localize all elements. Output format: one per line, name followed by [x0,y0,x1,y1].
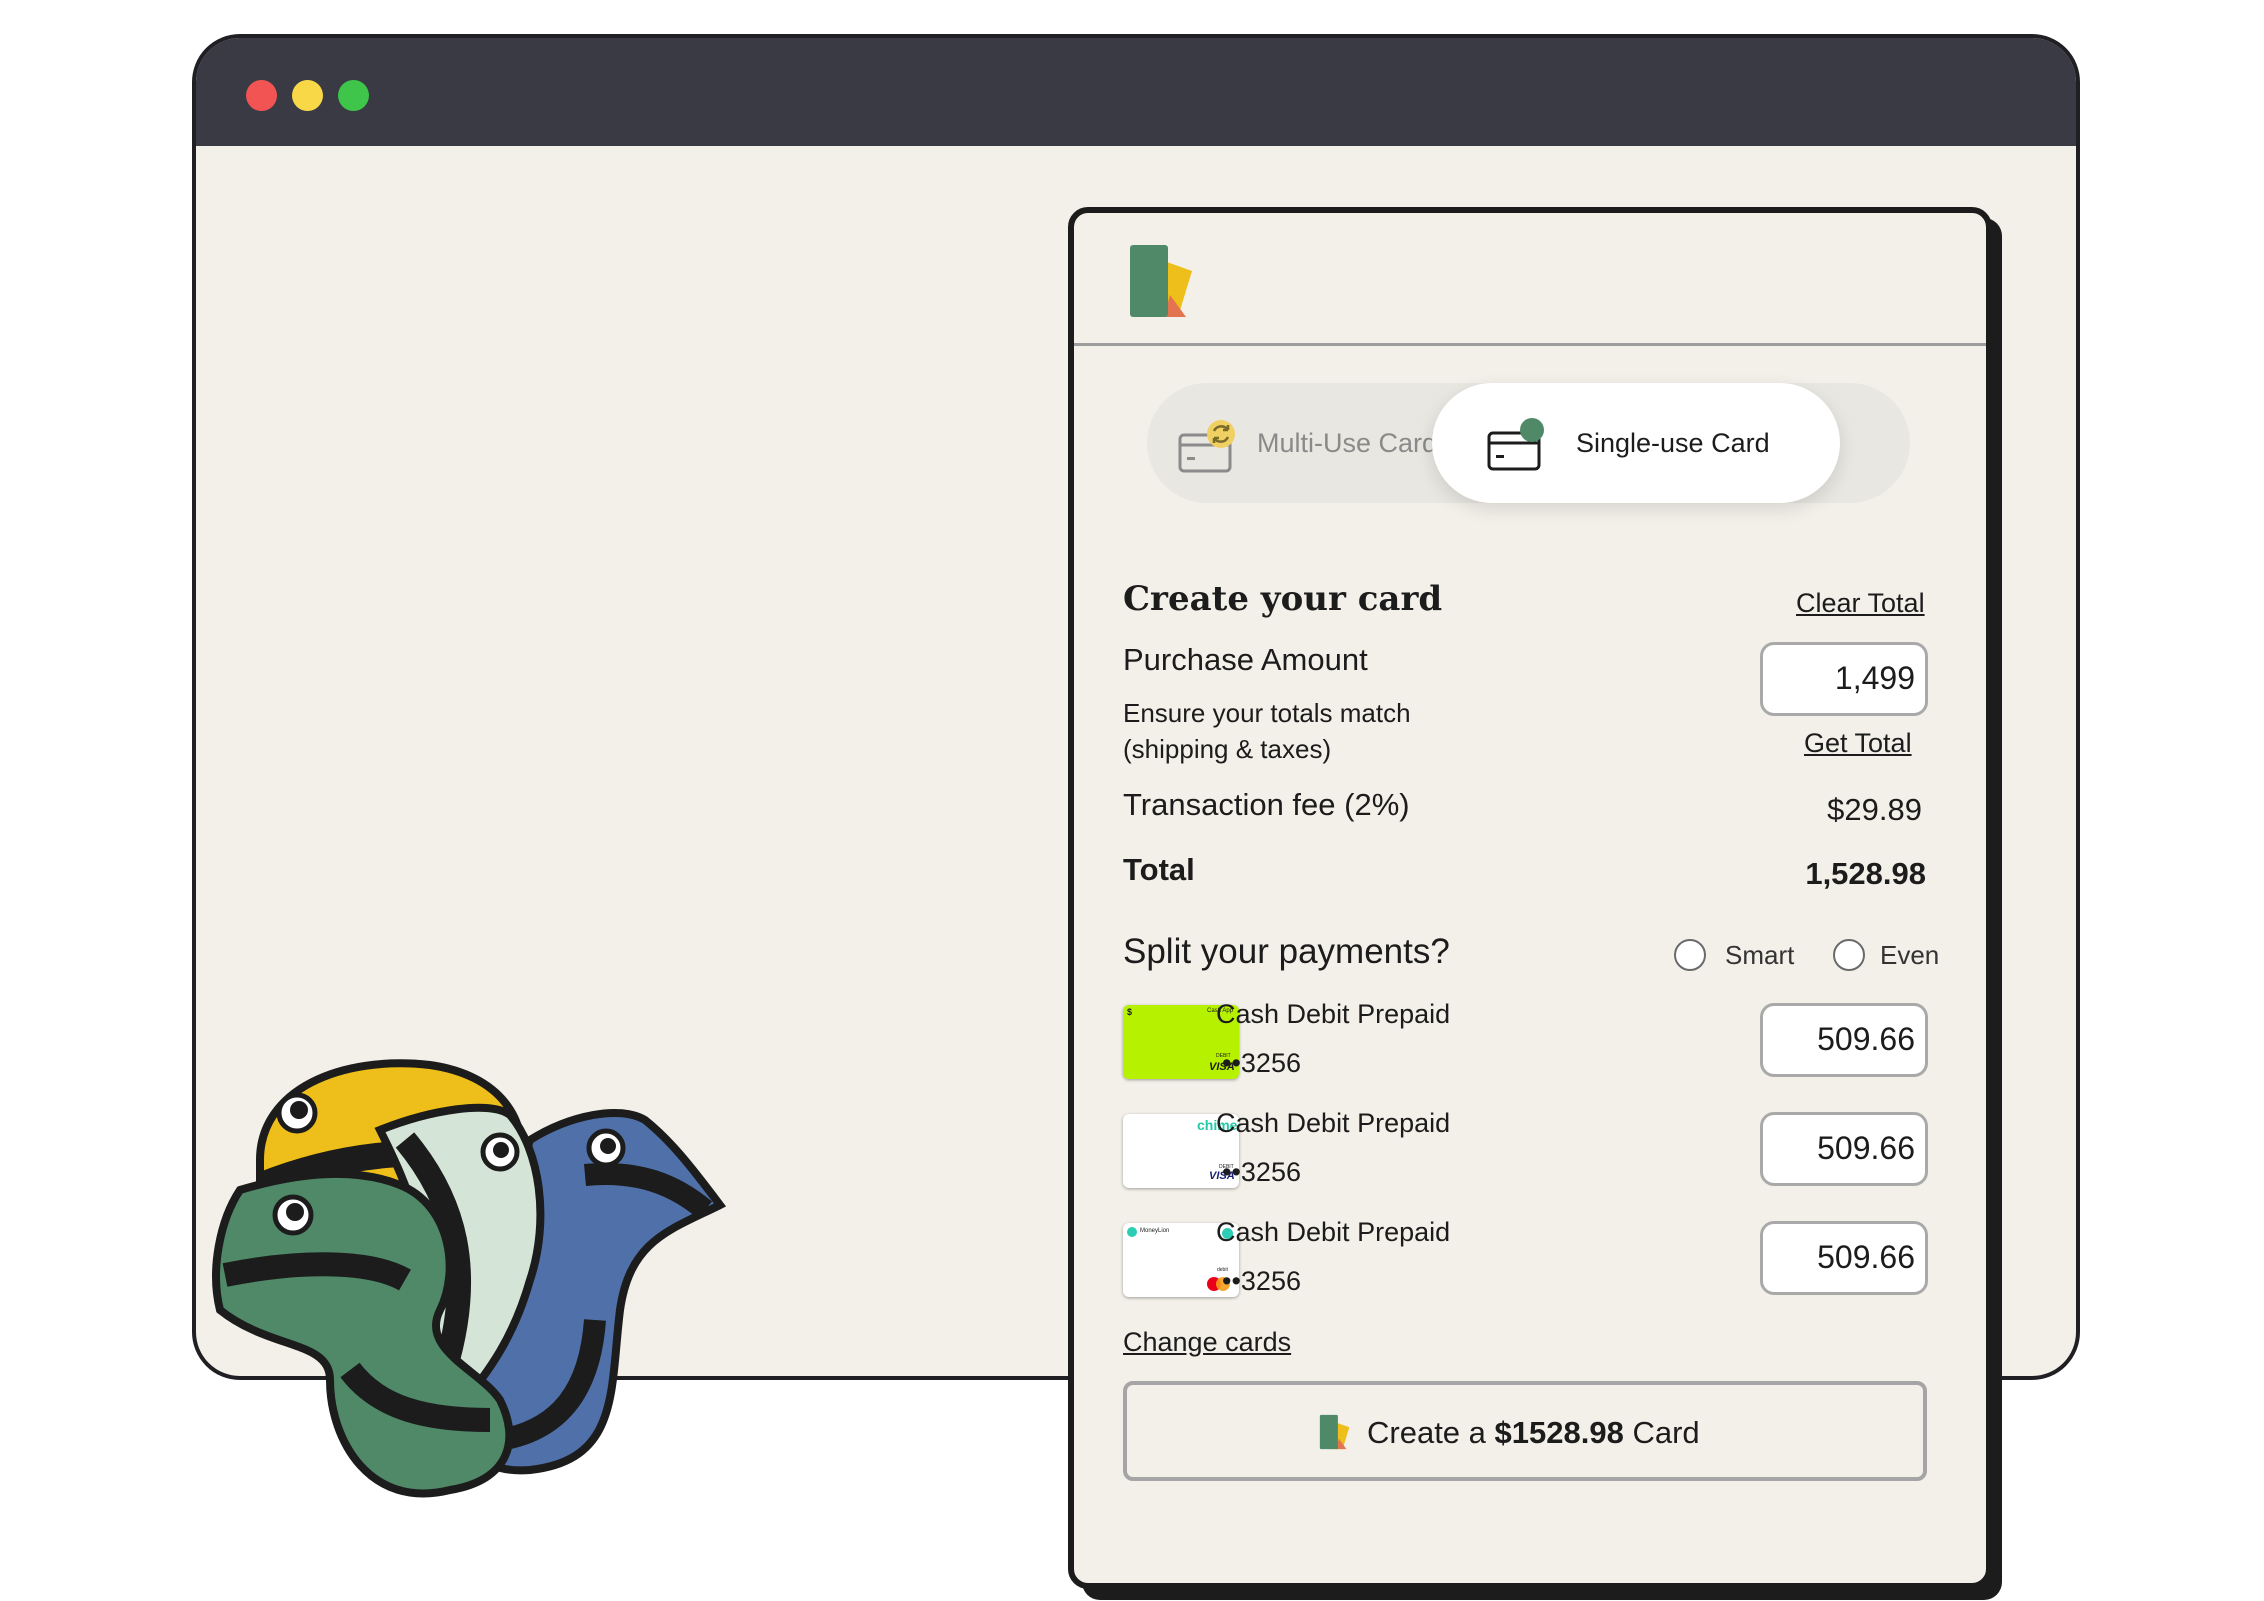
tab-multi-use-label: Multi-Use Card [1257,428,1438,458]
close-window-button[interactable] [246,80,277,111]
radio-smart-label: Smart [1725,940,1795,970]
brand-logo-icon [1319,1414,1350,1450]
tab-single-use-label: Single-use Card [1576,428,1770,458]
card-2-name: Cash Debit Prepaid [1216,1108,1451,1138]
cash-app-sign: $ [1127,1007,1133,1017]
create-button-prefix: Create a [1367,1415,1486,1450]
brand-logo-icon [1130,245,1192,317]
total-value: 1,528.98 [1805,856,1926,891]
maximize-window-button[interactable] [338,80,369,111]
mascot-pupil [290,1101,308,1119]
radio-smart[interactable] [1674,939,1706,971]
create-card-button[interactable]: Create a $1528.98 Card [1123,1381,1927,1481]
card-3-amount-input[interactable]: 509.66 [1760,1221,1928,1295]
panel-header-divider [1074,343,1986,346]
split-payments-title: Split your payments? [1123,932,1450,971]
card-3-last4: ••3256 [1222,1266,1301,1296]
get-total-link[interactable]: Get Total [1804,727,1912,759]
create-button-suffix: Card [1632,1415,1700,1450]
purchase-amount-label: Purchase Amount [1123,642,1368,677]
create-button-amount: $1528.98 [1494,1415,1624,1450]
transaction-fee-value: $29.89 [1827,792,1922,827]
card-1-amount-input[interactable]: 509.66 [1760,1003,1928,1077]
total-label: Total [1123,852,1195,887]
totals-note-line2: (shipping & taxes) [1123,734,1332,764]
card-creation-panel: Multi-Use Card Single-use Card Create yo… [1068,207,1992,1589]
radio-even-label: Even [1880,940,1940,970]
moneylion-mark-icon [1127,1227,1137,1237]
transaction-fee-label: Transaction fee (2%) [1123,787,1410,822]
card-2-amount-input[interactable]: 509.66 [1760,1112,1928,1186]
radio-even[interactable] [1833,939,1865,971]
create-card-button-label: Create a $1528.98 Card [1367,1414,1700,1452]
card-dot-icon [1487,418,1544,471]
card-refresh-icon [1178,420,1235,473]
purchase-amount-input[interactable]: 1,499 [1760,642,1928,716]
mascot-pupil [600,1138,616,1154]
tab-multi-use-card[interactable]: Multi-Use Card [1147,383,1477,503]
card-1-name: Cash Debit Prepaid [1216,999,1451,1029]
mascot-pupil [493,1142,509,1158]
minimize-window-button[interactable] [292,80,323,111]
clear-total-link[interactable]: Clear Total [1796,587,1925,619]
change-cards-link[interactable]: Change cards [1123,1326,1291,1358]
card-2-last4: ••3256 [1222,1157,1301,1187]
section-title-create-card: Create your card [1123,579,1443,619]
totals-note-line1: Ensure your totals match [1123,698,1411,728]
moneylion-logo: MoneyLion [1140,1228,1170,1234]
tab-single-use-card[interactable]: Single-use Card [1432,383,1840,503]
card-3-name: Cash Debit Prepaid [1216,1217,1451,1247]
mascot-cards-illustration [212,1059,727,1498]
card-1-last4: ••3256 [1222,1048,1301,1078]
mascot-pupil [286,1203,304,1221]
browser-title-bar [196,38,2076,146]
